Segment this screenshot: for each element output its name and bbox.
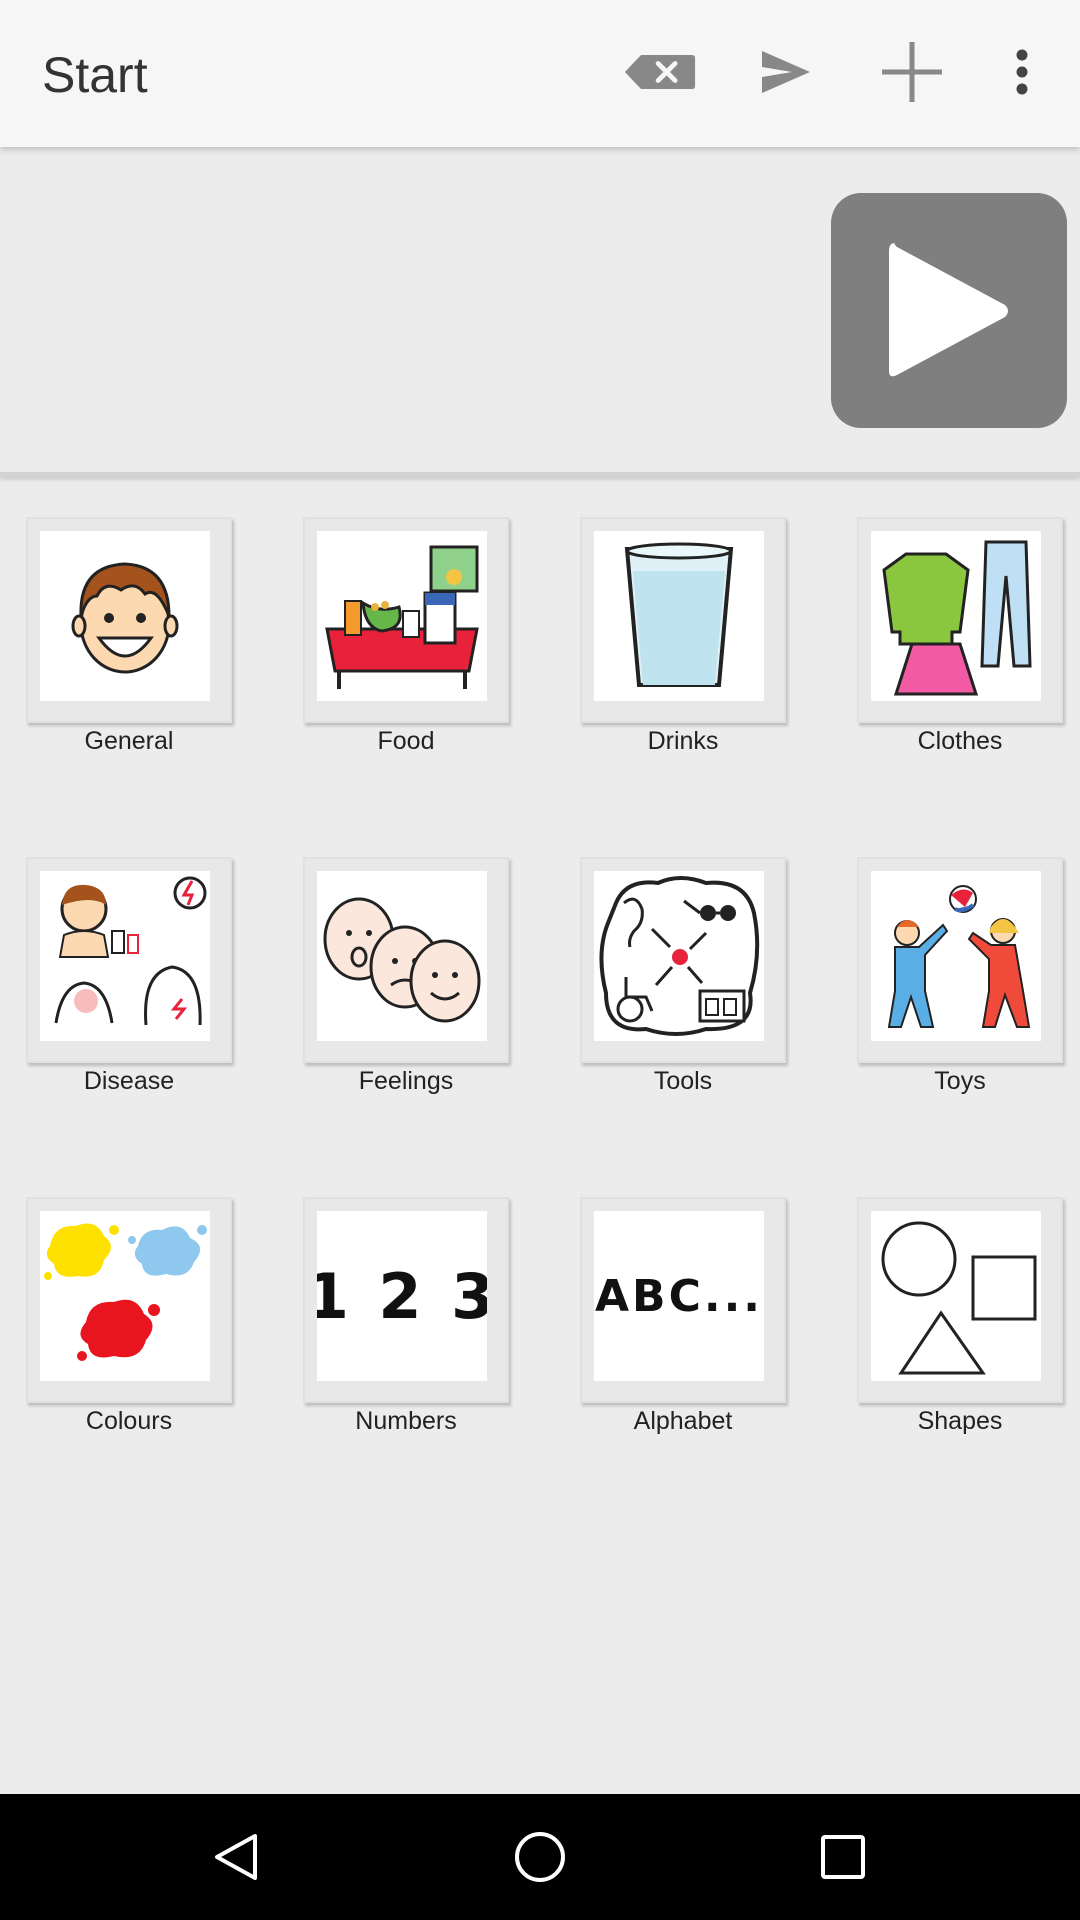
category-label: Alphabet — [633, 1407, 733, 1435]
back-icon — [215, 1834, 257, 1880]
category-card — [857, 857, 1063, 1063]
play-icon — [889, 242, 1008, 376]
category-general[interactable]: General — [26, 517, 232, 767]
category-tools[interactable]: Tools — [580, 857, 786, 1107]
backspace-button[interactable] — [624, 36, 696, 108]
sick-person-icon — [54, 876, 207, 1026]
send-icon — [762, 51, 810, 93]
category-colours[interactable]: Colours — [26, 1197, 232, 1447]
numbers-icon: 1 2 3 — [317, 1259, 487, 1333]
category-label: Food — [377, 727, 435, 755]
alphabet-icon: ABC... — [594, 1270, 764, 1322]
category-label: Colours — [85, 1407, 173, 1435]
more-vert-icon — [1016, 49, 1028, 95]
send-button[interactable] — [750, 36, 822, 108]
smiling-boy-icon — [71, 562, 179, 674]
category-label: Clothes — [917, 727, 1003, 755]
shapes-icon — [881, 1221, 1037, 1375]
category-clothes[interactable]: Clothes — [857, 517, 1063, 767]
food-table-icon — [325, 545, 479, 689]
glass-of-water-icon — [624, 542, 734, 687]
category-label: General — [84, 727, 174, 755]
system-nav-bar — [0, 1794, 1080, 1920]
category-food[interactable]: Food — [303, 517, 509, 767]
category-label: Feelings — [358, 1067, 454, 1095]
add-button[interactable] — [876, 36, 948, 108]
category-label: Drinks — [647, 727, 719, 755]
faces-icon — [323, 897, 481, 1023]
page-title: Start — [42, 47, 148, 103]
category-card — [26, 517, 232, 723]
category-label: Toys — [934, 1067, 986, 1095]
category-card — [857, 517, 1063, 723]
play-button[interactable] — [831, 193, 1067, 428]
category-card — [580, 517, 786, 723]
category-feelings[interactable]: Feelings — [303, 857, 509, 1107]
backspace-icon — [624, 54, 696, 90]
home-icon — [515, 1832, 565, 1882]
category-disease[interactable]: Disease — [26, 857, 232, 1107]
category-shapes[interactable]: Shapes — [857, 1197, 1063, 1447]
category-label: Tools — [653, 1067, 713, 1095]
add-icon — [882, 42, 942, 102]
back-button[interactable] — [198, 1819, 274, 1895]
category-toys[interactable]: Toys — [857, 857, 1063, 1107]
category-card — [26, 857, 232, 1063]
recents-icon — [821, 1835, 865, 1879]
category-card — [26, 1197, 232, 1403]
paint-splashes-icon — [44, 1223, 207, 1361]
children-playing-ball-icon — [887, 885, 1031, 1028]
category-card — [303, 517, 509, 723]
category-card — [857, 1197, 1063, 1403]
category-card: 1 2 3 — [303, 1197, 509, 1403]
category-label: Shapes — [917, 1407, 1003, 1435]
category-card — [303, 857, 509, 1063]
app-bar: Start — [0, 0, 1080, 147]
category-label: Disease — [83, 1067, 175, 1095]
recents-button[interactable] — [805, 1819, 881, 1895]
overflow-menu-button[interactable] — [986, 36, 1058, 108]
category-card: ABC... — [580, 1197, 786, 1403]
clothes-icon — [882, 540, 1032, 696]
assistive-tools-icon — [599, 876, 760, 1036]
category-alphabet[interactable]: ABC... Alphabet — [580, 1197, 786, 1447]
category-drinks[interactable]: Drinks — [580, 517, 786, 767]
category-grid: General Food Drinks Clothes Disease Feel… — [0, 478, 1080, 1794]
home-button[interactable] — [502, 1819, 578, 1895]
category-numbers[interactable]: 1 2 3 Numbers — [303, 1197, 509, 1447]
category-card — [580, 857, 786, 1063]
category-label: Numbers — [355, 1407, 457, 1435]
